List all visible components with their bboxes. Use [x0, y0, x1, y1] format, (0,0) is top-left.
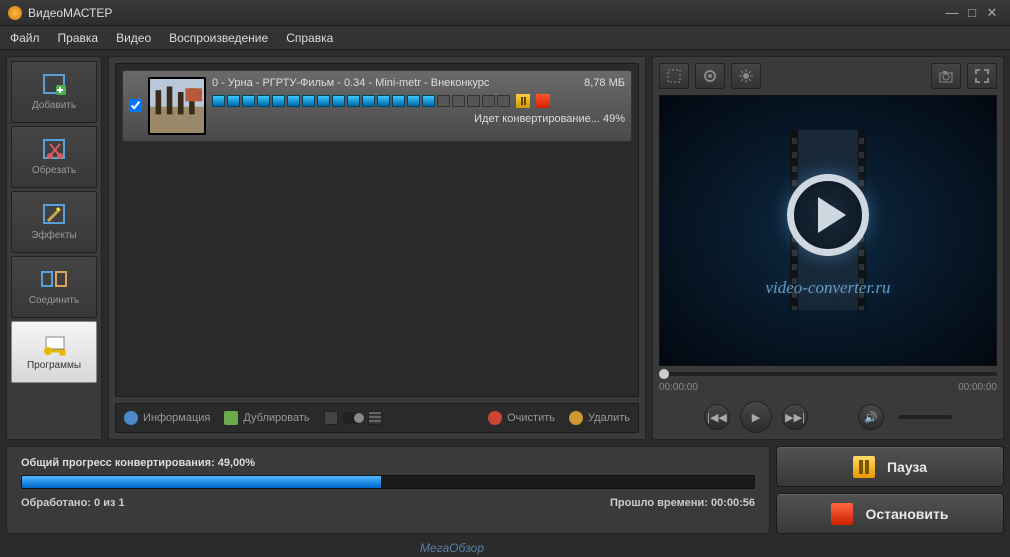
brightness-icon — [738, 68, 754, 84]
fullscreen-button[interactable] — [967, 63, 997, 89]
stop-button[interactable]: Остановить — [776, 493, 1004, 534]
settings-tool-button[interactable] — [695, 63, 725, 89]
play-button[interactable]: ▶ — [740, 401, 772, 433]
key-icon — [40, 333, 68, 357]
file-list: 0 - Урна - РГРТУ-Фильм - 0.34 - Mini-met… — [115, 63, 639, 397]
view-toggle[interactable] — [324, 411, 382, 425]
sidebar-programs-button[interactable]: Программы — [11, 321, 97, 383]
progress-panel: Общий прогресс конвертирования: 49,00% О… — [6, 446, 770, 534]
duplicate-button[interactable]: Дублировать — [224, 411, 309, 425]
menu-edit[interactable]: Правка — [58, 31, 99, 45]
minimize-button[interactable]: — — [942, 5, 962, 20]
prev-button[interactable]: |◀◀ — [704, 404, 730, 430]
brightness-tool-button[interactable] — [731, 63, 761, 89]
progress-bar — [21, 475, 755, 489]
delete-icon — [569, 411, 583, 425]
volume-slider[interactable] — [898, 415, 952, 419]
play-overlay-icon — [787, 174, 869, 256]
elapsed-label: Прошло времени: 00:00:56 — [610, 497, 755, 509]
crop-icon — [666, 68, 682, 84]
next-button[interactable]: ▶▶| — [782, 404, 808, 430]
time-total: 00:00:00 — [958, 382, 997, 393]
grid-view-icon — [324, 411, 338, 425]
pause-icon — [853, 456, 875, 478]
seek-slider[interactable] — [659, 372, 997, 376]
wand-icon — [40, 203, 68, 227]
duplicate-icon — [224, 411, 238, 425]
delete-button[interactable]: Удалить — [569, 411, 630, 425]
camera-icon — [938, 68, 954, 84]
window-title: ВидеоМАСТЕР — [28, 6, 942, 20]
crop-tool-button[interactable] — [659, 63, 689, 89]
menu-playback[interactable]: Воспроизведение — [169, 31, 268, 45]
sidebar: Добавить Обрезать Эффекты Соединить Прог… — [6, 56, 102, 440]
file-list-panel: 0 - Урна - РГРТУ-Фильм - 0.34 - Mini-met… — [108, 56, 646, 440]
file-name: 0 - Урна - РГРТУ-Фильм - 0.34 - Mini-met… — [212, 77, 489, 89]
stop-icon — [831, 503, 853, 525]
film-add-icon — [40, 73, 68, 97]
close-button[interactable]: ✕ — [982, 5, 1002, 21]
action-panel: Пауза Остановить — [776, 446, 1004, 534]
clear-icon — [488, 411, 502, 425]
preview-panel: video-converter.ru 00:00:00 00:00:00 |◀◀… — [652, 56, 1004, 440]
file-status: Идет конвертирование... 49% — [212, 113, 625, 125]
view-switch[interactable] — [341, 412, 365, 424]
video-preview[interactable]: video-converter.ru — [659, 95, 997, 366]
clear-button[interactable]: Очистить — [488, 411, 555, 425]
sidebar-join-button[interactable]: Соединить — [11, 256, 97, 318]
titlebar: ВидеоМАСТЕР — □ ✕ — [0, 0, 1010, 26]
corner-watermark: МегаОбзор — [420, 541, 484, 555]
info-icon — [124, 411, 138, 425]
list-view-icon — [368, 411, 382, 425]
file-stop-button[interactable] — [536, 94, 550, 108]
file-pause-button[interactable] — [516, 94, 530, 108]
app-logo-icon — [8, 6, 22, 20]
pause-button[interactable]: Пауза — [776, 446, 1004, 487]
volume-button[interactable]: 🔊 — [858, 404, 884, 430]
info-button[interactable]: Информация — [124, 411, 210, 425]
file-size: 8,78 МБ — [584, 77, 625, 89]
time-current: 00:00:00 — [659, 382, 698, 393]
menubar: Файл Правка Видео Воспроизведение Справк… — [0, 26, 1010, 50]
menu-help[interactable]: Справка — [286, 31, 333, 45]
file-thumbnail — [148, 77, 206, 135]
join-icon — [40, 268, 68, 292]
processed-label: Обработано: 0 из 1 — [21, 497, 125, 509]
maximize-button[interactable]: □ — [962, 5, 982, 20]
sidebar-effects-button[interactable]: Эффекты — [11, 191, 97, 253]
sidebar-trim-button[interactable]: Обрезать — [11, 126, 97, 188]
menu-video[interactable]: Видео — [116, 31, 151, 45]
progress-label: Общий прогресс конвертирования: 49,00% — [21, 457, 755, 469]
snapshot-button[interactable] — [931, 63, 961, 89]
playback-controls: |◀◀ ▶ ▶▶| 🔊 — [659, 401, 997, 433]
file-progress-segments — [212, 94, 625, 108]
fullscreen-icon — [974, 68, 990, 84]
list-toolbar: Информация Дублировать Очистить Удалить — [115, 403, 639, 433]
file-item[interactable]: 0 - Урна - РГРТУ-Фильм - 0.34 - Mini-met… — [122, 70, 632, 142]
scissors-icon — [40, 138, 68, 162]
menu-file[interactable]: Файл — [10, 31, 40, 45]
sidebar-add-button[interactable]: Добавить — [11, 61, 97, 123]
file-checkbox[interactable] — [129, 99, 142, 112]
preview-watermark: video-converter.ru — [765, 278, 890, 298]
gear-icon — [702, 68, 718, 84]
